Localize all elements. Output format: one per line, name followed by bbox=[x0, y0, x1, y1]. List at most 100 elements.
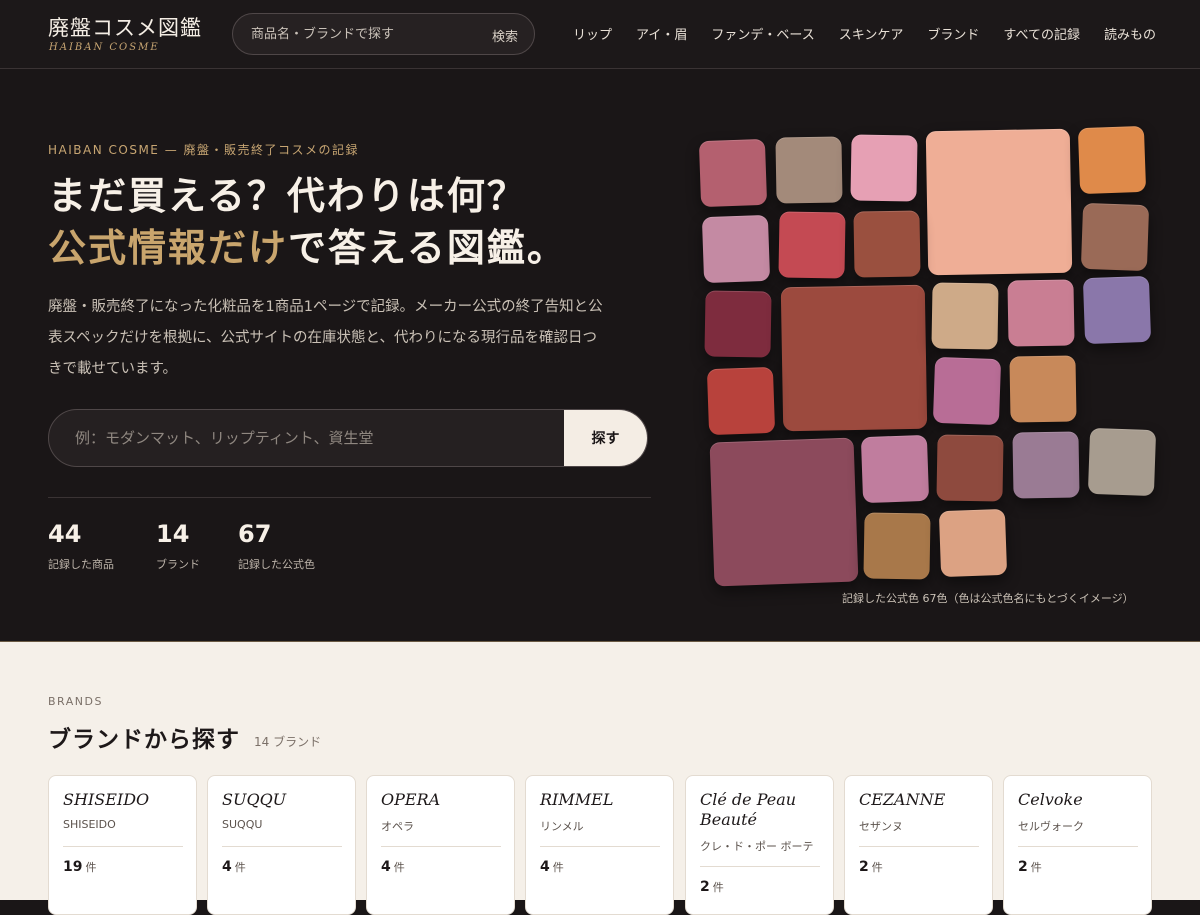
brand-item-count: 2件 bbox=[859, 859, 883, 875]
color-swatch bbox=[778, 211, 846, 279]
brand-item-count-unit: 件 bbox=[393, 861, 405, 874]
brand-item-count-unit: 件 bbox=[85, 861, 97, 874]
stat-products-number: 44 bbox=[48, 520, 82, 548]
color-swatch bbox=[775, 136, 843, 204]
color-swatch bbox=[1012, 431, 1080, 499]
color-swatch-mosaic bbox=[690, 120, 1170, 590]
swatch-caption: 記録した公式色 67色（色は公式色名にもとづくイメージ） bbox=[842, 592, 1134, 605]
color-swatch bbox=[709, 437, 859, 587]
brand-card[interactable]: SUQQU SUQQU 4 件 bbox=[207, 775, 356, 915]
brand-name-en: SUQQU bbox=[222, 790, 287, 809]
nav-eye-brow[interactable]: アイ・眉 bbox=[636, 24, 687, 43]
main-nav: リップ アイ・眉 ファンデ・ベース スキンケア ブランド すべての記録 読みもの bbox=[573, 24, 1156, 43]
brand-card-divider bbox=[540, 846, 660, 847]
brand-name-en: OPERA bbox=[381, 790, 441, 809]
brand-card[interactable]: SHISEIDO SHISEIDO 19 件 bbox=[48, 775, 197, 915]
hero-title-line1: まだ買える？代わりは何？ bbox=[48, 173, 527, 218]
site-header: 廃盤コスメ図鑑 HAIBAN COSME 検索 リップ アイ・眉 ファンデ・ベー… bbox=[0, 0, 1200, 69]
brand-item-count-unit: 件 bbox=[871, 861, 883, 874]
brand-card-divider bbox=[381, 846, 501, 847]
hero-search: 探す bbox=[48, 409, 648, 467]
brand-card-divider bbox=[1018, 846, 1138, 847]
brands-section: BRANDS ブランドから探す 14 ブランド SHISEIDO SHISEIDO… bbox=[0, 642, 1200, 915]
hero-divider bbox=[48, 497, 651, 498]
stat-colors-label: 記録した公式色 bbox=[238, 558, 315, 571]
header-search: 検索 bbox=[232, 13, 535, 55]
brand-item-count: 4件 bbox=[381, 859, 405, 875]
color-swatch bbox=[1082, 275, 1152, 345]
color-swatch bbox=[931, 282, 999, 350]
brand-card-divider bbox=[700, 866, 820, 867]
nav-lip[interactable]: リップ bbox=[573, 24, 612, 43]
header-search-input[interactable] bbox=[251, 14, 471, 54]
nav-skincare[interactable]: スキンケア bbox=[839, 24, 904, 43]
header-search-button[interactable]: 検索 bbox=[492, 26, 518, 45]
brand-name-ja: セザンヌ bbox=[859, 820, 903, 833]
brands-count: 14 ブランド bbox=[254, 735, 322, 749]
brands-eyebrow: BRANDS bbox=[48, 695, 103, 708]
brand-name-ja: SUQQU bbox=[222, 818, 263, 831]
color-swatch bbox=[706, 366, 776, 436]
brand-item-count: 4件 bbox=[222, 859, 246, 875]
brand-name-en: RIMMEL bbox=[540, 790, 614, 809]
nav-brands[interactable]: ブランド bbox=[927, 24, 979, 43]
brand-name-en: CEZANNE bbox=[859, 790, 946, 809]
color-swatch bbox=[1077, 125, 1147, 195]
hero-lead: 廃盤・販売終了になった化粧品を1商品1ページで記録。メーカー公式の終了告知と公表… bbox=[48, 299, 603, 377]
site-logo-subtitle: HAIBAN COSME bbox=[49, 42, 160, 53]
brand-name-ja: SHISEIDO bbox=[63, 818, 116, 831]
color-swatch bbox=[860, 434, 930, 504]
color-swatch bbox=[780, 284, 928, 432]
color-swatch bbox=[1087, 427, 1157, 497]
brands-title: ブランドから探す bbox=[48, 726, 240, 753]
brand-item-count: 2件 bbox=[1018, 859, 1042, 875]
hero-title-highlight: 公式情報だけ bbox=[48, 225, 289, 270]
stat-colors-number: 67 bbox=[238, 520, 272, 548]
brand-card[interactable]: Clé de Peau Beauté クレ・ド・ポー ボーテ 2 件 bbox=[685, 775, 834, 915]
brand-item-count: 19 件 bbox=[63, 859, 97, 875]
color-swatch bbox=[925, 128, 1073, 276]
brand-name-ja: リンメル bbox=[540, 820, 584, 833]
color-swatch bbox=[1080, 202, 1150, 272]
color-swatch bbox=[850, 134, 918, 202]
brand-name-en: SHISEIDO bbox=[63, 790, 150, 809]
color-swatch bbox=[698, 138, 768, 208]
brand-name-ja: セルヴォーク bbox=[1018, 820, 1084, 833]
hero-title: まだ買える？代わりは何？ 公式情報だけで答える図鑑。 bbox=[48, 170, 567, 274]
brand-name-ja: オペラ bbox=[381, 820, 414, 833]
color-swatch bbox=[938, 508, 1008, 578]
brand-card[interactable]: Celvoke セルヴォーク 2 件 bbox=[1003, 775, 1152, 915]
brand-card[interactable]: RIMMEL リンメル 4 件 bbox=[525, 775, 674, 915]
color-swatch bbox=[701, 214, 771, 284]
nav-foundation-base[interactable]: ファンデ・ベース bbox=[711, 24, 814, 43]
brand-name-ja: クレ・ド・ポー ボーテ bbox=[700, 840, 814, 853]
brand-item-count-unit: 件 bbox=[552, 861, 564, 874]
brand-card[interactable]: CEZANNE セザンヌ 2 件 bbox=[844, 775, 993, 915]
brand-card-divider bbox=[222, 846, 342, 847]
brand-item-count-unit: 件 bbox=[234, 861, 246, 874]
stat-products-label: 記録した商品 bbox=[48, 558, 114, 571]
hero-search-input[interactable] bbox=[75, 410, 555, 466]
brand-item-count: 4件 bbox=[540, 859, 564, 875]
brand-card-divider bbox=[859, 846, 979, 847]
color-swatch bbox=[1009, 355, 1077, 423]
nav-all-records[interactable]: すべての記録 bbox=[1003, 24, 1080, 43]
color-swatch bbox=[704, 290, 772, 358]
stat-brands: 14 ブランド bbox=[156, 520, 200, 572]
hero-title-line2: で答える図鑑。 bbox=[288, 225, 567, 270]
site-logo[interactable]: 廃盤コスメ図鑑 bbox=[48, 12, 202, 42]
color-swatch bbox=[936, 434, 1004, 502]
brand-name-en: Clé de Peau Beauté bbox=[700, 790, 797, 829]
color-swatch bbox=[853, 210, 921, 278]
brand-item-count-unit: 件 bbox=[712, 881, 724, 894]
brand-item-count-unit: 件 bbox=[1030, 861, 1042, 874]
stat-products: 44 記録した商品 bbox=[48, 520, 114, 572]
brand-card[interactable]: OPERA オペラ 4 件 bbox=[366, 775, 515, 915]
color-swatch bbox=[1007, 279, 1075, 347]
nav-articles[interactable]: 読みもの bbox=[1104, 24, 1156, 43]
brand-item-count: 2件 bbox=[700, 879, 724, 895]
hero-search-button[interactable]: 探す bbox=[564, 410, 647, 466]
hero-eyebrow: HAIBAN COSME — 廃盤・販売終了コスメの記録 bbox=[48, 143, 360, 157]
stat-brands-label: ブランド bbox=[156, 558, 200, 571]
brand-name-en: Celvoke bbox=[1018, 790, 1083, 809]
